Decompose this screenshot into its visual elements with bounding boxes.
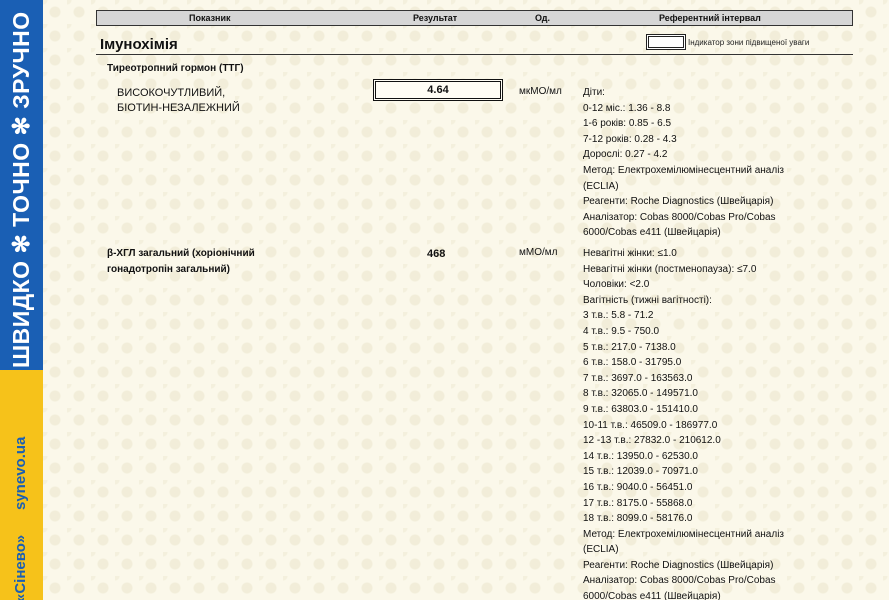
reference-line: 7 т.в.: 3697.0 - 163563.0 <box>583 372 693 384</box>
test-result-highlighted: 4.64 <box>373 79 503 101</box>
test-group-name: Тиреотропний гормон (ТТГ) <box>107 63 244 74</box>
test-name-line1: ВИСОКОЧУТЛИВИЙ, <box>117 87 226 99</box>
test-result: 468 <box>427 248 446 260</box>
reference-line: 6 т.в.: 158.0 - 31795.0 <box>583 357 682 369</box>
reference-line: 12 -13 т.в.: 27832.0 - 210612.0 <box>583 435 721 447</box>
reference-line: 9 т.в.: 63803.0 - 151410.0 <box>583 403 698 415</box>
reference-line: Чоловіки: <2.0 <box>583 279 650 291</box>
brand-name-text: «Сінево» <box>12 534 29 600</box>
table-header: Показник Результат Од. Референтний інтер… <box>96 10 853 26</box>
reference-line: Метод: Електрохемілюмінесцентний аналіз <box>583 528 785 540</box>
reference-line: 14 т.в.: 13950.0 - 62530.0 <box>583 450 698 462</box>
attention-indicator-legend-text: Індикатор зони підвищеної уваги <box>688 38 810 47</box>
slogan-text: ШВИДКО ✻ ТОЧНО ✻ ЗРУЧНО <box>8 11 34 368</box>
reference-line: 5 т.в.: 217.0 - 7138.0 <box>583 341 676 353</box>
brand-strip-yellow: synevo.ua «Сінево» <box>0 370 43 600</box>
test-unit: мкМО/мл <box>519 86 562 97</box>
reference-line: 8 т.в.: 32065.0 - 149571.0 <box>583 388 698 400</box>
reference-line: 7-12 років: 0.28 - 4.3 <box>583 133 677 145</box>
reference-line: 18 т.в.: 8099.0 - 58176.0 <box>583 513 693 525</box>
section-header: Імунохімія Індикатор зони підвищеної ува… <box>96 33 853 55</box>
reference-line: 3 т.в.: 5.8 - 71.2 <box>583 310 654 322</box>
header-reference: Референтний інтервал <box>659 13 761 23</box>
reference-line: (ECLIA) <box>583 544 619 556</box>
reference-line: Аналізатор: Cobas 8000/Cobas Pro/Cobas <box>583 575 776 587</box>
reference-interval-list: Діти: 0-12 міс.: 1.36 - 8.8 1-6 років: 0… <box>583 85 784 241</box>
header-indicator: Показник <box>189 13 231 23</box>
reference-interval-list: Невагітні жінки: ≤1.0 Невагітні жінки (п… <box>583 246 784 600</box>
attention-indicator-legend-box <box>646 34 686 50</box>
brand-strip: ШВИДКО ✻ ТОЧНО ✻ ЗРУЧНО synevo.ua «Сінев… <box>0 0 43 600</box>
reference-line: Аналізатор: Cobas 8000/Cobas Pro/Cobas <box>583 211 776 223</box>
header-result: Результат <box>413 13 458 23</box>
reference-line: Метод: Електрохемілюмінесцентний аналіз <box>583 164 785 176</box>
reference-line: Діти: <box>583 87 605 98</box>
reference-line: 10-11 т.в.: 46509.0 - 186977.0 <box>583 419 718 431</box>
reference-line: 16 т.в.: 9040.0 - 56451.0 <box>583 481 693 493</box>
reference-line: 15 т.в.: 12039.0 - 70971.0 <box>583 466 698 478</box>
reference-line: 1-6 років: 0.85 - 6.5 <box>583 118 672 130</box>
website-text: synevo.ua <box>12 436 29 510</box>
brand-strip-blue: ШВИДКО ✻ ТОЧНО ✻ ЗРУЧНО <box>0 0 43 370</box>
test-name-line2: гонадотропін загальний) <box>107 264 230 275</box>
reference-line: 17 т.в.: 8175.0 - 55868.0 <box>583 497 693 509</box>
reference-line: 0-12 міс.: 1.36 - 8.8 <box>583 102 671 114</box>
section-title: Імунохімія <box>100 36 178 53</box>
test-name-line1: β-ХГЛ загальний (хоріонічний <box>107 248 255 259</box>
header-unit: Од. <box>535 13 550 23</box>
reference-line: Дорослі: 0.27 - 4.2 <box>583 149 668 161</box>
reference-line: 6000/Cobas e411 (Швейцарія) <box>583 591 721 600</box>
reference-line: (ECLIA) <box>583 180 619 192</box>
test-name-line2: БІОТИН-НЕЗАЛЕЖНИЙ <box>117 102 240 114</box>
test-unit: мМО/мл <box>519 247 558 258</box>
reference-line: Реагенти: Roche Diagnostics (Швейцарія) <box>583 559 774 571</box>
reference-line: Вагітність (тижні вагітності): <box>583 294 712 306</box>
reference-line: 4 т.в.: 9.5 - 750.0 <box>583 325 660 337</box>
reference-line: Невагітні жінки: ≤1.0 <box>583 248 677 259</box>
reference-line: Невагітні жінки (постменопауза): ≤7.0 <box>583 263 757 275</box>
reference-line: 6000/Cobas e411 (Швейцарія) <box>583 227 721 239</box>
reference-line: Реагенти: Roche Diagnostics (Швейцарія) <box>583 196 774 208</box>
